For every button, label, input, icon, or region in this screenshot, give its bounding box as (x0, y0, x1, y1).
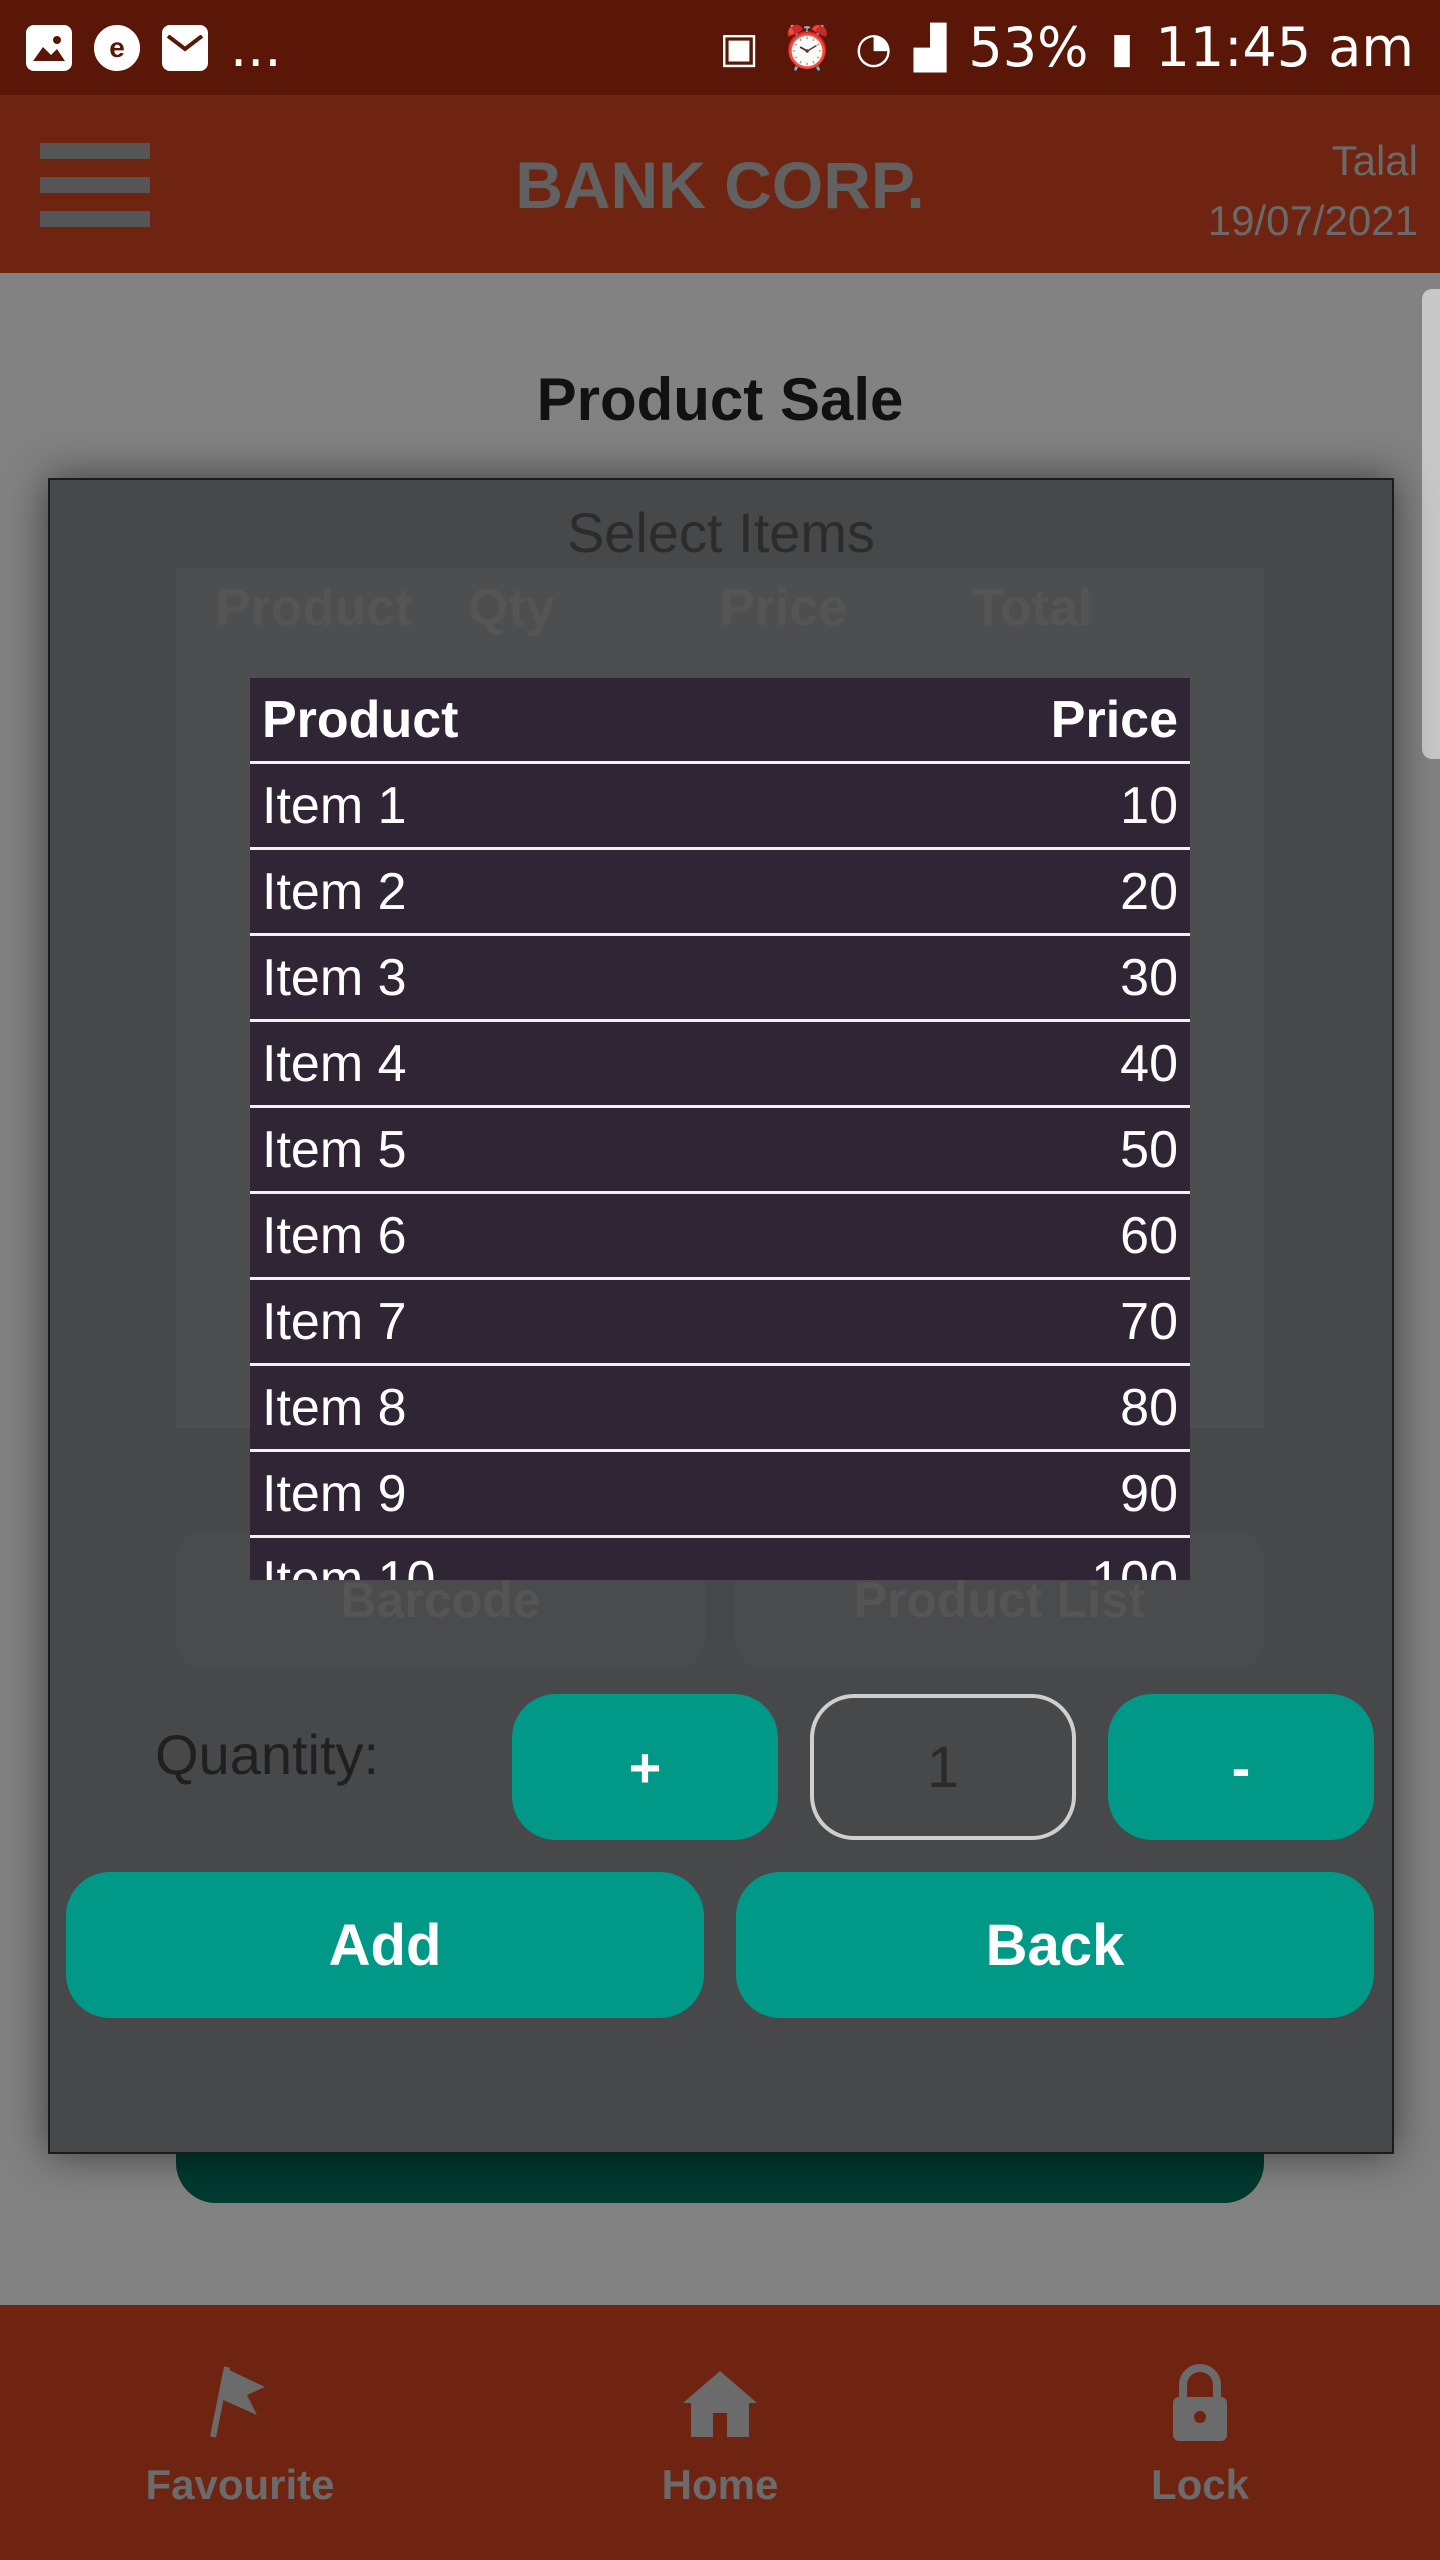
item-name: Item 6 (262, 1206, 407, 1265)
more-notifications: ... (230, 16, 282, 79)
user-info: Talal 19/07/2021 (1208, 131, 1418, 251)
flag-icon (210, 2365, 265, 2438)
signal-icon: ▟ (914, 23, 947, 72)
back-button[interactable]: Back (736, 1872, 1374, 2018)
status-right: ▣ ⏰ ◔ ▟ 53% ▮ 11:45 am (719, 16, 1414, 79)
item-price: 40 (1120, 1034, 1178, 1093)
battery-saver-icon: ▣ (719, 23, 760, 72)
item-price: 70 (1120, 1292, 1178, 1351)
status-left: e ... (26, 16, 282, 79)
status-bar: e ... ▣ ⏰ ◔ ▟ 53% ▮ 11:45 am (0, 0, 1440, 95)
list-item[interactable]: Item 4 40 (250, 1022, 1190, 1108)
app-bar: BANK CORP. Talal 19/07/2021 (0, 95, 1440, 273)
quantity-minus-button[interactable]: - (1108, 1694, 1374, 1840)
nav-favourite[interactable]: Favourite (0, 2305, 480, 2560)
quantity-input[interactable] (810, 1694, 1076, 1840)
lock-icon (1173, 2363, 1227, 2441)
quantity-plus-button[interactable]: + (512, 1694, 778, 1840)
list-item[interactable]: Item 5 50 (250, 1108, 1190, 1194)
clock: 11:45 am (1155, 16, 1414, 79)
item-name: Item 3 (262, 948, 407, 1007)
item-price: 80 (1120, 1378, 1178, 1437)
dialog-title: Select Items (566, 501, 876, 564)
home-icon (683, 2370, 757, 2437)
list-item[interactable]: Item 1 10 (250, 764, 1190, 850)
list-item[interactable]: Item 10 100 (250, 1538, 1190, 1581)
page-title: Product Sale (536, 366, 904, 433)
list-item[interactable]: Item 7 70 (250, 1280, 1190, 1366)
app-e-icon: e (94, 24, 140, 71)
picker-col-product: Product (262, 690, 459, 749)
cart-col-price: Price (720, 579, 848, 637)
item-name: Item 9 (262, 1464, 407, 1523)
item-name: Item 4 (262, 1034, 407, 1093)
add-button[interactable]: Add (66, 1872, 704, 2018)
nav-lock-label: Lock (1150, 2460, 1250, 2508)
user-name: Talal (1331, 137, 1418, 184)
product-picker-list[interactable]: Product Price Item 1 10 Item 2 20 Item 3 30… (250, 678, 1190, 1580)
item-name: Item 2 (262, 862, 407, 921)
scrollbar[interactable] (1422, 289, 1440, 759)
bottom-navigation: Favourite Home Lock (0, 2305, 1440, 2560)
item-name: Item 5 (262, 1120, 407, 1179)
current-date: 19/07/2021 (1207, 197, 1418, 244)
mail-icon (162, 24, 208, 71)
cart-grid-header: Product Qty Price Total (176, 568, 1264, 648)
wifi-icon: ◔ (855, 23, 893, 72)
item-price: 10 (1120, 776, 1178, 835)
cart-col-product: Product (216, 579, 413, 637)
nav-favourite-label: Favourite (145, 2460, 335, 2508)
alarm-icon: ⏰ (781, 22, 834, 72)
item-price: 60 (1120, 1206, 1178, 1265)
list-item[interactable]: Item 8 80 (250, 1366, 1190, 1452)
cart-col-total: Total (972, 579, 1093, 637)
battery-percent: 53% (968, 16, 1089, 79)
item-price: 50 (1120, 1120, 1178, 1179)
nav-lock[interactable]: Lock (960, 2305, 1440, 2560)
item-name: Item 8 (262, 1378, 407, 1437)
item-name: Item 7 (262, 1292, 407, 1351)
quantity-label: Quantity: (155, 1723, 380, 1786)
list-item[interactable]: Item 2 20 (250, 850, 1190, 936)
item-price: 20 (1120, 862, 1178, 921)
list-item[interactable]: Item 9 90 (250, 1452, 1190, 1538)
cart-col-qty: Qty (468, 579, 555, 637)
item-name: Item 10 (262, 1550, 436, 1581)
item-price: 90 (1120, 1464, 1178, 1523)
nav-home[interactable]: Home (480, 2305, 960, 2560)
nav-home-label: Home (661, 2460, 779, 2508)
item-price: 100 (1091, 1550, 1178, 1581)
picker-header: Product Price (250, 678, 1190, 764)
item-price: 30 (1120, 948, 1178, 1007)
item-name: Item 1 (262, 776, 407, 835)
picker-col-price: Price (1050, 690, 1178, 749)
list-item[interactable]: Item 6 60 (250, 1194, 1190, 1280)
list-item[interactable]: Item 3 30 (250, 936, 1190, 1022)
battery-icon: ▮ (1110, 23, 1134, 72)
gallery-icon (26, 24, 72, 71)
